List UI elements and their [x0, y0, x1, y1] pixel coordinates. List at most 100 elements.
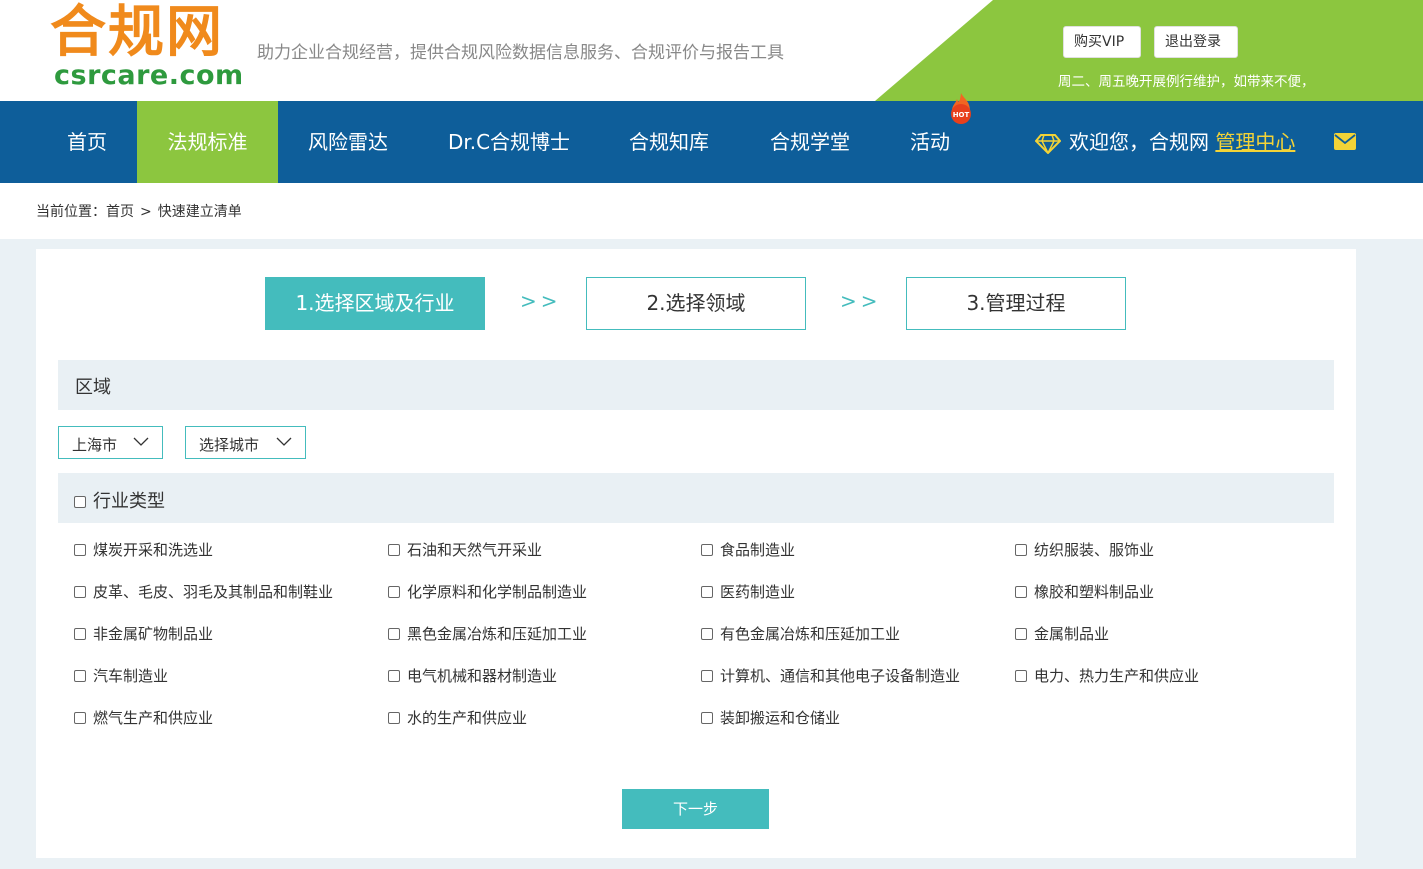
industry-option[interactable]: 黑色金属冶炼和压延加工业 [388, 623, 587, 644]
breadcrumb-home-link[interactable]: 首页 [106, 201, 134, 221]
nav-item-academy[interactable]: 合规学堂 [760, 101, 860, 183]
industry-option[interactable]: 水的生产和供应业 [388, 707, 527, 728]
step-arrow-2: >> [840, 289, 882, 313]
industry-label: 非金属矿物制品业 [93, 625, 214, 643]
industry-label: 燃气生产和供应业 [93, 709, 214, 727]
city-select[interactable]: 选择城市 [185, 426, 306, 459]
industry-checkbox[interactable] [1015, 670, 1027, 682]
industry-checkbox[interactable] [1015, 628, 1027, 640]
maintenance-notice: 周二、周五晚开展例行维护，如带来不便， [1058, 74, 1315, 90]
breadcrumb-current: 快速建立清单 [157, 204, 242, 220]
nav-item-dr-c[interactable]: Dr.C合规博士 [440, 101, 578, 183]
industry-label: 橡胶和塑料制品业 [1034, 583, 1155, 601]
nav-item-knowledge[interactable]: 合规知库 [619, 101, 719, 183]
industry-label: 化学原料和化学制品制造业 [407, 583, 588, 601]
industry-checkbox[interactable] [701, 544, 713, 556]
industry-checkbox[interactable] [701, 712, 713, 724]
industry-label: 石油和天然气开采业 [407, 541, 543, 559]
industry-checkbox[interactable] [74, 712, 86, 724]
industry-option[interactable]: 橡胶和塑料制品业 [1015, 581, 1154, 602]
industry-section-header: 行业类型 [58, 473, 1334, 523]
buy-vip-button[interactable]: 购买VIP [1063, 26, 1141, 58]
step-1-button[interactable]: 1.选择区域及行业 [265, 277, 485, 330]
industry-label: 计算机、通信和其他电子设备制造业 [720, 667, 961, 685]
industry-checkbox[interactable] [388, 712, 400, 724]
breadcrumb-bar: 当前位置：首页 > 快速建立清单 [0, 183, 1423, 239]
industry-option[interactable]: 煤炭开采和洗选业 [74, 539, 213, 560]
industry-label: 水的生产和供应业 [407, 709, 528, 727]
industry-option[interactable]: 有色金属冶炼和压延加工业 [701, 623, 900, 644]
industry-option[interactable]: 化学原料和化学制品制造业 [388, 581, 587, 602]
industry-label: 电力、热力生产和供应业 [1034, 667, 1200, 685]
main-nav: 首页 法规标准 风险雷达 Dr.C合规博士 合规知库 合规学堂 活动 HOT 欢… [0, 93, 1423, 183]
industry-label: 汽车制造业 [93, 667, 169, 685]
industry-option[interactable]: 纺织服装、服饰业 [1015, 539, 1154, 560]
breadcrumb-separator: > [140, 204, 152, 220]
industry-label: 黑色金属冶炼和压延加工业 [407, 625, 588, 643]
industry-label: 电气机械和器材制造业 [407, 667, 558, 685]
industry-label: 皮革、毛皮、羽毛及其制品和制鞋业 [93, 583, 334, 601]
industry-label: 医药制造业 [720, 583, 796, 601]
industry-option[interactable]: 石油和天然气开采业 [388, 539, 542, 560]
industry-option[interactable]: 金属制品业 [1015, 623, 1109, 644]
step-arrow-1: >> [520, 289, 562, 313]
industry-checkbox[interactable] [701, 628, 713, 640]
breadcrumb-prefix: 当前位置： [36, 204, 106, 220]
industry-checkbox[interactable] [388, 586, 400, 598]
industry-option[interactable]: 汽车制造业 [74, 665, 168, 686]
site-tagline: 助力企业合规经营，提供合规风险数据信息服务、合规评价与报告工具 [257, 43, 784, 63]
industry-checkbox[interactable] [1015, 544, 1027, 556]
industry-label: 有色金属冶炼和压延加工业 [720, 625, 901, 643]
breadcrumb: 当前位置：首页 > 快速建立清单 [36, 201, 242, 221]
hot-badge-text: HOT [953, 111, 970, 119]
industry-label: 装卸搬运和仓储业 [720, 709, 841, 727]
chevron-down-icon [276, 437, 292, 446]
industry-checkbox[interactable] [701, 670, 713, 682]
industry-option[interactable]: 食品制造业 [701, 539, 795, 560]
main-card: 1.选择区域及行业 >> 2.选择领域 >> 3.管理过程 区域 上海市 选择城… [36, 249, 1356, 858]
industry-checkbox[interactable] [74, 670, 86, 682]
mail-icon[interactable] [1334, 133, 1356, 150]
industry-option[interactable]: 皮革、毛皮、羽毛及其制品和制鞋业 [74, 581, 333, 602]
region-section-header: 区域 [58, 360, 1334, 410]
manage-center-link[interactable]: 管理中心 [1215, 130, 1295, 154]
industry-option[interactable]: 电气机械和器材制造业 [388, 665, 557, 686]
logout-button[interactable]: 退出登录 [1154, 26, 1238, 58]
nav-item-home[interactable]: 首页 [47, 101, 127, 183]
site-logo[interactable]: 合规网 csrcare.com [50, 0, 243, 94]
industry-option[interactable]: 装卸搬运和仓储业 [701, 707, 840, 728]
industry-checkbox[interactable] [388, 670, 400, 682]
step-2-button[interactable]: 2.选择领域 [586, 277, 806, 330]
hot-flame-icon: HOT [951, 93, 971, 124]
welcome-text: 欢迎您，合规网 [1069, 130, 1209, 154]
welcome-area: 欢迎您，合规网 管理中心 [1035, 101, 1295, 183]
province-select-value: 上海市 [72, 436, 118, 454]
industry-option[interactable]: 医药制造业 [701, 581, 795, 602]
industry-option[interactable]: 燃气生产和供应业 [74, 707, 213, 728]
industry-title: 行业类型 [93, 491, 165, 512]
industry-option[interactable]: 计算机、通信和其他电子设备制造业 [701, 665, 960, 686]
industry-checkbox[interactable] [388, 628, 400, 640]
industry-checkbox[interactable] [701, 586, 713, 598]
industry-option[interactable]: 非金属矿物制品业 [74, 623, 213, 644]
nav-item-risk-radar[interactable]: 风险雷达 [298, 101, 398, 183]
logo-text-en: csrcare.com [54, 60, 244, 91]
region-title: 区域 [75, 377, 111, 398]
next-step-button[interactable]: 下一步 [622, 789, 769, 829]
province-select[interactable]: 上海市 [58, 426, 163, 459]
industry-checkbox[interactable] [1015, 586, 1027, 598]
select-all-checkbox[interactable] [74, 496, 86, 508]
industry-checkbox[interactable] [388, 544, 400, 556]
nav-item-regulations[interactable]: 法规标准 [137, 101, 278, 183]
site-header: 合规网 csrcare.com 助力企业合规经营，提供合规风险数据信息服务、合规… [0, 0, 1423, 101]
industry-checkbox[interactable] [74, 628, 86, 640]
logo-text-cn: 合规网 [50, 0, 224, 65]
industry-checkbox[interactable] [74, 586, 86, 598]
industry-select-all[interactable]: 行业类型 [74, 487, 165, 513]
industry-checkbox[interactable] [74, 544, 86, 556]
diamond-icon [1035, 133, 1061, 154]
industry-label: 食品制造业 [720, 541, 796, 559]
industry-label: 纺织服装、服饰业 [1034, 541, 1155, 559]
industry-option[interactable]: 电力、热力生产和供应业 [1015, 665, 1199, 686]
step-3-button[interactable]: 3.管理过程 [906, 277, 1126, 330]
